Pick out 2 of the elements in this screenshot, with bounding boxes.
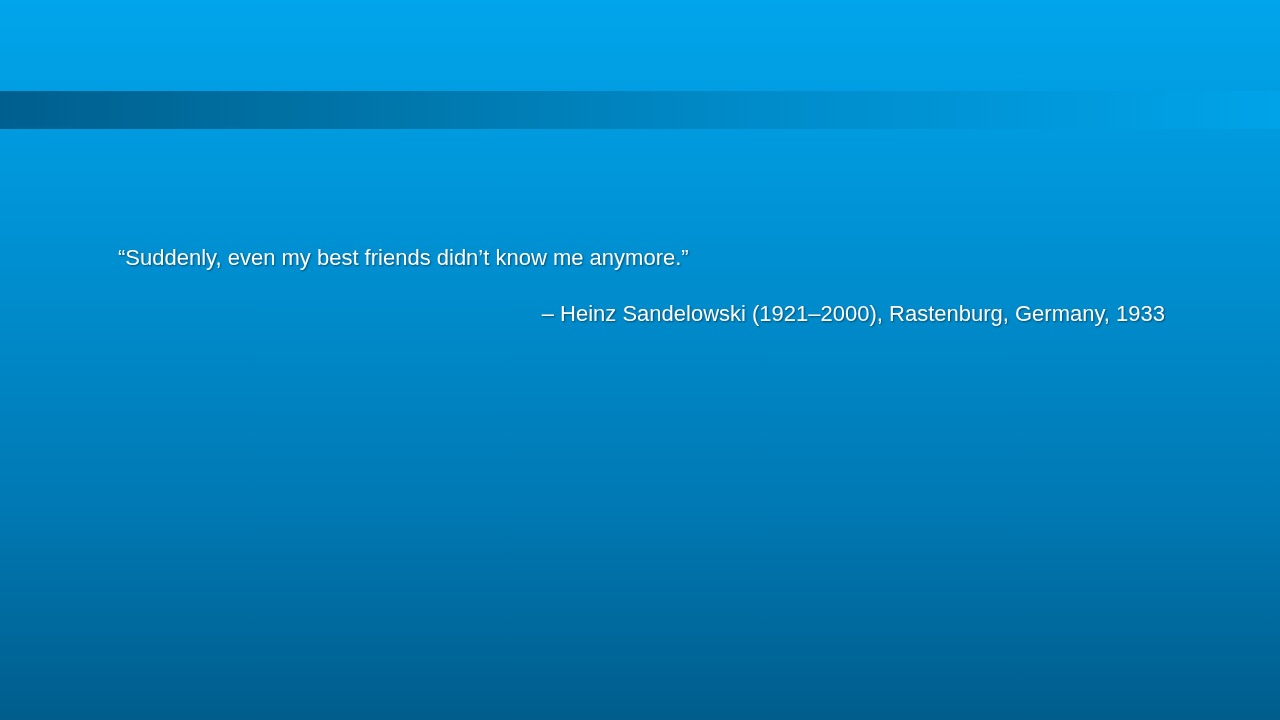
quote-attribution: – Heinz Sandelowski (1921–2000), Rastenburg, Germany, 1933 (541, 301, 1165, 327)
quote-text: “Suddenly, even my best friends didn’t know me anymore.” (118, 245, 690, 271)
